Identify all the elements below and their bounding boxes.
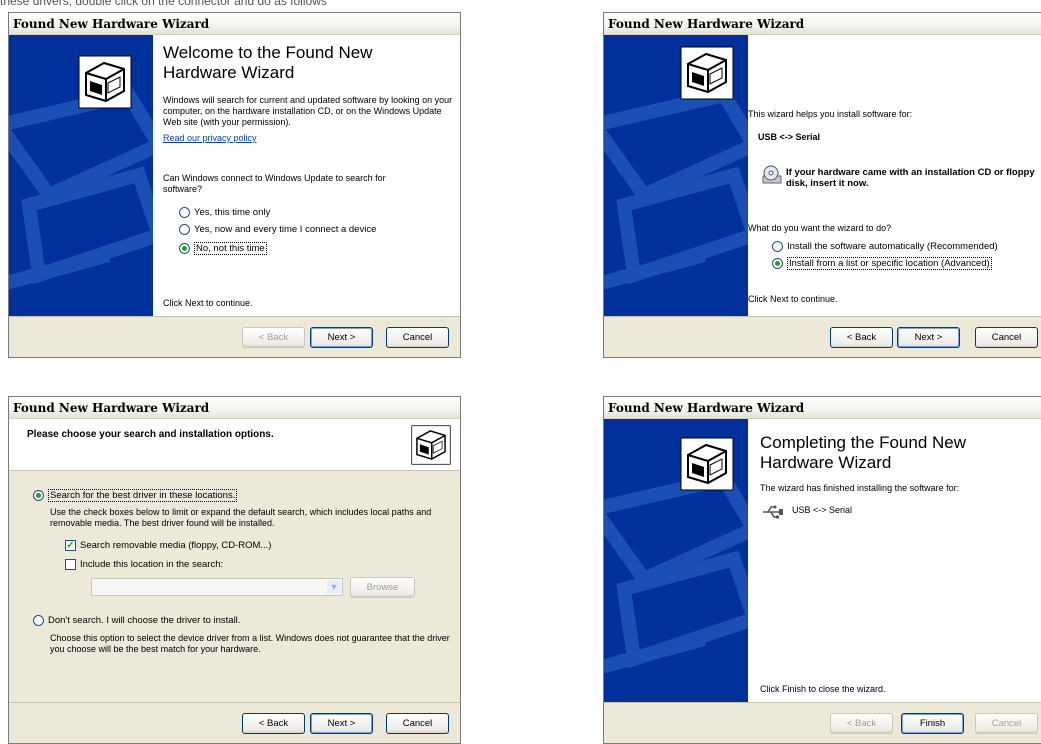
content-pane: Completing the Found New Hardware Wizard… xyxy=(748,419,1041,703)
question-text: Can Windows connect to Windows Update to… xyxy=(163,173,386,194)
footer-text: Click Finish to close the wizard. xyxy=(760,684,886,694)
radio-install-from-list[interactable]: Install from a list or specific location… xyxy=(772,257,992,270)
button-bar: < Back Next > Cancel xyxy=(9,316,460,357)
device-name: USB <-> Serial xyxy=(792,505,853,515)
hardware-box-icon xyxy=(680,46,734,100)
cd-notice: If your hardware came with an installati… xyxy=(786,167,1035,189)
cd-drive-icon xyxy=(762,165,782,185)
button-bar: < Back Next > Cancel xyxy=(9,702,460,743)
location-combobox[interactable]: ▼ xyxy=(91,578,343,596)
footer-text: Click Next to continue. xyxy=(163,298,253,308)
wizard-welcome-dialog: Found New Hardware Wizard Welcome to the… xyxy=(8,12,461,358)
header-text: Please choose your search and installati… xyxy=(27,429,274,440)
button-bar: < Back Finish Cancel xyxy=(604,702,1041,743)
window-title: Found New Hardware Wizard xyxy=(9,13,460,35)
finished-text: The wizard has finished installing the s… xyxy=(760,483,960,493)
cancel-button[interactable]: Cancel xyxy=(975,713,1038,734)
button-bar: < Back Next > Cancel xyxy=(604,316,1041,357)
intro-text: Windows will search for current and upda… xyxy=(163,95,453,127)
next-button[interactable]: Next > xyxy=(310,713,373,734)
hardware-box-icon xyxy=(78,55,132,109)
wizard-completing-dialog: Found New Hardware Wizard Completing the… xyxy=(603,396,1041,744)
usb-plug-icon xyxy=(762,505,784,519)
checkbox-removable-media[interactable]: ✓ Search removable media (floppy, CD-ROM.… xyxy=(65,540,271,551)
privacy-policy-link[interactable]: Read our privacy policy xyxy=(163,133,257,143)
wizard-search-options-dialog: Found New Hardware Wizard Please choose … xyxy=(8,396,461,744)
cancel-button[interactable]: Cancel xyxy=(386,713,449,734)
chevron-down-icon[interactable]: ▼ xyxy=(327,580,341,594)
radio-yes-every-time[interactable]: Yes, now and every time I connect a devi… xyxy=(179,224,376,235)
next-button[interactable]: Next > xyxy=(310,327,373,348)
window-title: Found New Hardware Wizard xyxy=(604,397,1041,419)
wizard-install-dialog: Found New Hardware Wizard This wizard he… xyxy=(603,12,1041,358)
window-title: Found New Hardware Wizard xyxy=(604,13,1041,35)
hardware-box-icon xyxy=(680,437,734,491)
wizard-heading: Welcome to the Found New Hardware Wizard xyxy=(163,43,373,82)
cancel-button[interactable]: Cancel xyxy=(975,327,1038,348)
back-button[interactable]: < Back xyxy=(830,713,893,734)
next-button[interactable]: Next > xyxy=(897,327,960,348)
finish-button[interactable]: Finish xyxy=(901,713,964,734)
window-title: Found New Hardware Wizard xyxy=(9,397,460,419)
content-pane: This wizard helps you install software f… xyxy=(748,35,1041,317)
header-panel: Please choose your search and installati… xyxy=(9,419,460,471)
device-name: USB <-> Serial xyxy=(758,132,821,142)
radio-search-best-driver[interactable]: Search for the best driver in these loca… xyxy=(33,489,238,502)
question-text: What do you want the wizard to do? xyxy=(748,223,892,233)
radio-no-not-this-time[interactable]: No, not this time xyxy=(179,242,267,255)
radio-yes-this-time[interactable]: Yes, this time only xyxy=(179,207,270,218)
browse-button[interactable]: Browse xyxy=(350,577,415,598)
content-pane: Welcome to the Found New Hardware Wizard… xyxy=(153,35,460,317)
back-button[interactable]: < Back xyxy=(242,327,305,348)
back-button[interactable]: < Back xyxy=(242,713,305,734)
caption-text: these drivers, double click on the conne… xyxy=(0,0,327,8)
search-description: Use the check boxes below to limit or ex… xyxy=(50,507,432,528)
cancel-button[interactable]: Cancel xyxy=(386,327,449,348)
hardware-box-icon xyxy=(411,425,451,465)
dont-search-description: Choose this option to select the device … xyxy=(50,633,450,654)
radio-install-automatically[interactable]: Install the software automatically (Reco… xyxy=(772,241,998,252)
helps-text: This wizard helps you install software f… xyxy=(748,109,913,119)
footer-text: Click Next to continue. xyxy=(748,294,838,304)
checkbox-include-location[interactable]: Include this location in the search: xyxy=(65,559,223,570)
back-button[interactable]: < Back xyxy=(830,327,893,348)
radio-dont-search[interactable]: Don't search. I will choose the driver t… xyxy=(33,615,240,626)
wizard-heading: Completing the Found New Hardware Wizard xyxy=(760,433,967,472)
